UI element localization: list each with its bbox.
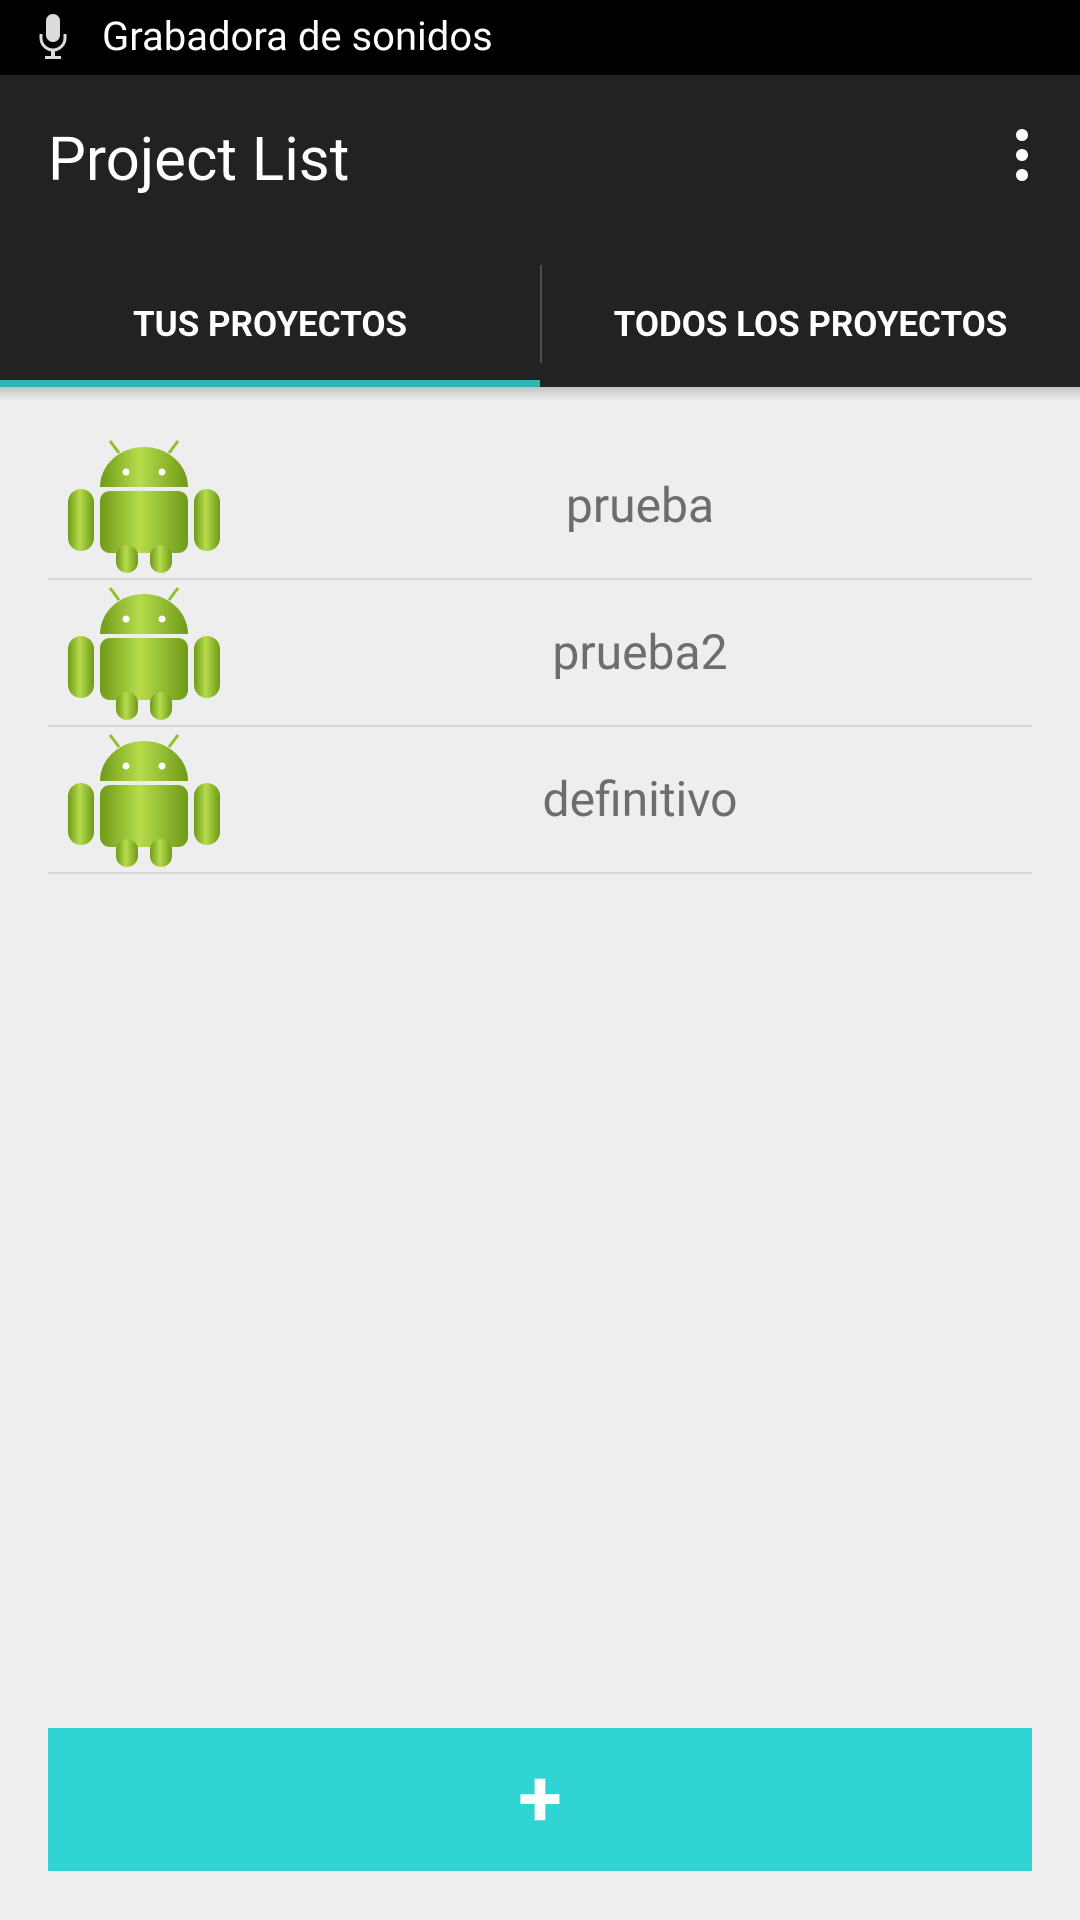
tab-bar: TUS PROYECTOS TODOS LOS PROYECTOS	[0, 265, 1080, 387]
overflow-menu-icon-dot	[1016, 169, 1028, 181]
project-list: prueba prueba2 definitivo	[48, 433, 1032, 874]
selected-tab-indicator	[0, 380, 540, 387]
overflow-menu-icon	[1016, 129, 1028, 141]
action-bar: Project List	[0, 75, 1080, 265]
project-name: prueba	[565, 477, 715, 534]
tab-bar-shadow	[0, 387, 1080, 401]
plus-icon: +	[518, 1752, 562, 1846]
list-item[interactable]: prueba2	[48, 580, 1032, 727]
tab-your-projects[interactable]: TUS PROYECTOS	[0, 265, 540, 387]
list-item[interactable]: prueba	[48, 433, 1032, 580]
android-icon	[68, 734, 220, 867]
project-name: definitivo	[542, 771, 738, 828]
android-icon	[68, 587, 220, 720]
android-icon	[68, 440, 220, 573]
notification-text: Grabadora de sonidos	[102, 13, 493, 60]
project-name: prueba2	[552, 624, 728, 681]
add-project-button[interactable]: +	[48, 1728, 1032, 1871]
tab-all-projects[interactable]: TODOS LOS PROYECTOS	[541, 265, 1080, 387]
overflow-menu-icon-dot	[1016, 149, 1028, 161]
status-bar: Grabadora de sonidos	[0, 0, 1080, 75]
microphone-icon	[39, 14, 67, 59]
overflow-menu-button[interactable]	[990, 117, 1054, 193]
list-item[interactable]: definitivo	[48, 727, 1032, 874]
page-title: Project List	[48, 124, 350, 195]
